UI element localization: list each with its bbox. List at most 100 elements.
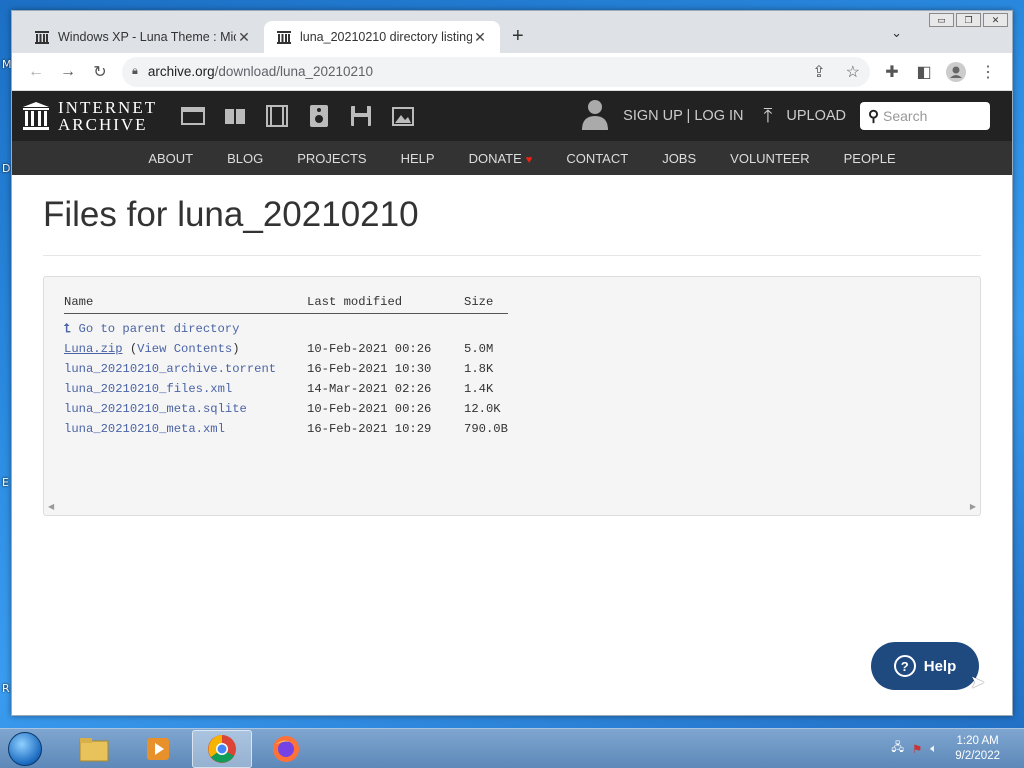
media-player-icon [147, 737, 169, 760]
windows-orb-icon [8, 731, 42, 766]
help-label: Help [923, 657, 957, 675]
file-modified: 16-Feb-2021 10:30 [307, 362, 432, 376]
tab-title: Windows XP - Luna Theme : Mic [58, 30, 236, 44]
clock[interactable]: 1:20 AM 9/2/2022 [955, 734, 1000, 764]
header-size: Size [464, 295, 508, 314]
upload-link[interactable]: UPLOAD [786, 108, 846, 124]
close-window-button[interactable]: ✕ [983, 13, 1008, 27]
nav-blog[interactable]: BLOG [227, 151, 263, 166]
desktop-icon-label: R [2, 682, 10, 695]
taskbar: 🖧︎ ⚑ 🔈︎ 1:20 AM 9/2/2022 [0, 728, 1024, 768]
share-icon[interactable]: ⇪ [812, 62, 825, 82]
directory-listing: Name Last modified Size ⮤ Go to parent d… [43, 276, 981, 516]
archive-favicon-icon [34, 29, 50, 45]
new-tab-button[interactable]: + [512, 25, 524, 48]
view-contents-link[interactable]: View Contents [137, 342, 232, 356]
nav-help[interactable]: HELP [401, 151, 435, 166]
taskbar-firefox[interactable] [256, 730, 316, 768]
file-link[interactable]: Luna.zip [64, 342, 123, 356]
images-icon[interactable] [391, 104, 415, 128]
nav-contact[interactable]: CONTACT [566, 151, 628, 166]
tab-directory-listing[interactable]: luna_20210210 directory listing ✕ [264, 21, 500, 53]
help-button[interactable]: ? Help [871, 642, 979, 690]
table-row: ⮤ Go to parent directory [64, 314, 508, 340]
tab-title: luna_20210210 directory listing [300, 30, 472, 44]
file-modified: 16-Feb-2021 10:29 [307, 422, 432, 436]
file-link[interactable]: luna_20210210_files.xml [64, 382, 232, 396]
tab-windows-xp[interactable]: Windows XP - Luna Theme : Mic ✕ [22, 21, 264, 53]
nav-jobs[interactable]: JOBS [662, 151, 696, 166]
signup-login-link[interactable]: SIGN UP | LOG IN [623, 108, 743, 124]
url-text[interactable]: archive.org/download/luna_20210210 [148, 64, 812, 79]
address-bar[interactable]: 🔒︎ archive.org/download/luna_20210210 ⇪ … [122, 56, 870, 87]
heart-icon: ♥ [525, 153, 533, 166]
taskbar-media-player[interactable] [128, 730, 188, 768]
ia-nav-bar: ABOUT BLOG PROJECTS HELP DONATE ♥ CONTACT… [12, 141, 1012, 175]
minimize-button[interactable]: ▭ [929, 13, 954, 27]
archive-favicon-icon [276, 29, 292, 45]
nav-projects[interactable]: PROJECTS [297, 151, 366, 166]
browser-window: Windows XP - Luna Theme : Mic ✕ luna_202… [11, 10, 1013, 716]
up-arrow-icon: ⮤ [64, 322, 72, 336]
menu-kebab-icon[interactable]: ⋮ [972, 58, 1004, 86]
network-icon[interactable]: 🖧︎ [891, 740, 904, 759]
file-modified: 10-Feb-2021 00:26 [307, 402, 432, 416]
video-film-icon[interactable] [265, 104, 289, 128]
clock-time: 1:20 AM [956, 735, 999, 747]
close-tab-icon[interactable]: ✕ [472, 29, 488, 46]
logo-line-1: INTERNET [58, 98, 158, 117]
header-modified: Last modified [307, 295, 464, 314]
help-question-icon: ? [893, 655, 916, 677]
horizontal-scrollbar[interactable]: ◀ ▶ [48, 502, 976, 512]
ia-temple-icon [23, 102, 49, 130]
desktop-icon-label: D [2, 162, 11, 175]
reload-button[interactable]: ↻ [84, 58, 116, 86]
table-row: luna_20210210_meta.xml 16-Feb-2021 10:29… [64, 419, 508, 439]
chrome-icon [208, 734, 236, 763]
maximize-button[interactable]: ❐ [956, 13, 981, 27]
tab-strip: Windows XP - Luna Theme : Mic ✕ luna_202… [12, 11, 1012, 53]
scroll-left-icon[interactable]: ◀ [48, 502, 54, 512]
taskbar-chrome[interactable] [192, 729, 252, 768]
tab-search-button[interactable]: ⌄ [891, 25, 902, 41]
profile-avatar-icon[interactable] [940, 58, 972, 86]
nav-donate[interactable]: DONATE ♥ [469, 151, 533, 166]
close-tab-icon[interactable]: ✕ [236, 29, 252, 46]
search-icon: ⚲ [868, 108, 879, 125]
web-icon[interactable] [181, 104, 206, 128]
audio-speaker-icon[interactable] [307, 104, 331, 128]
start-button[interactable] [0, 729, 50, 768]
file-link[interactable]: luna_20210210_meta.sqlite [64, 402, 247, 416]
software-floppy-icon[interactable] [349, 104, 373, 128]
volume-icon[interactable]: 🔈︎ [930, 743, 937, 756]
file-size: 790.0B [464, 422, 508, 436]
taskbar-explorer[interactable] [64, 730, 124, 768]
upload-icon[interactable]: ⤒ [764, 105, 773, 128]
file-table: Name Last modified Size ⮤ Go to parent d… [64, 295, 508, 439]
ia-search-input[interactable]: ⚲ Search [860, 102, 990, 130]
file-modified: 10-Feb-2021 00:26 [307, 342, 432, 356]
texts-book-icon[interactable] [223, 104, 247, 128]
extensions-puzzle-icon[interactable]: ✚ [876, 58, 908, 86]
system-tray: 🖧︎ ⚑ 🔈︎ 1:20 AM 9/2/2022 [891, 729, 1024, 768]
nav-volunteer[interactable]: VOLUNTEER [730, 151, 809, 166]
user-icon[interactable] [581, 98, 609, 134]
back-button[interactable]: ← [20, 58, 52, 86]
nav-about[interactable]: ABOUT [148, 151, 193, 166]
page-title: Files for luna_20210210 [43, 195, 981, 256]
file-link[interactable]: luna_20210210_meta.xml [64, 422, 225, 436]
nav-people[interactable]: PEOPLE [844, 151, 896, 166]
scroll-right-icon[interactable]: ▶ [970, 502, 976, 512]
parent-directory-label: Go to parent directory [78, 322, 240, 336]
ia-logo[interactable]: INTERNET ARCHIVE [22, 99, 157, 133]
file-modified: 14-Mar-2021 02:26 [307, 382, 432, 396]
parent-directory-link[interactable]: ⮤ Go to parent directory [64, 322, 239, 336]
flag-alert-icon[interactable]: ⚑ [912, 742, 922, 756]
forward-button[interactable]: → [52, 58, 84, 86]
side-panel-icon[interactable]: ◧ [908, 58, 940, 86]
file-link[interactable]: luna_20210210_archive.torrent [64, 362, 276, 376]
bookmark-star-icon[interactable]: ☆ [846, 62, 860, 82]
file-size: 1.8K [464, 362, 494, 376]
url-path: /download/luna_20210210 [214, 64, 374, 79]
page-content: Files for luna_20210210 Name Last modifi… [12, 195, 1012, 516]
